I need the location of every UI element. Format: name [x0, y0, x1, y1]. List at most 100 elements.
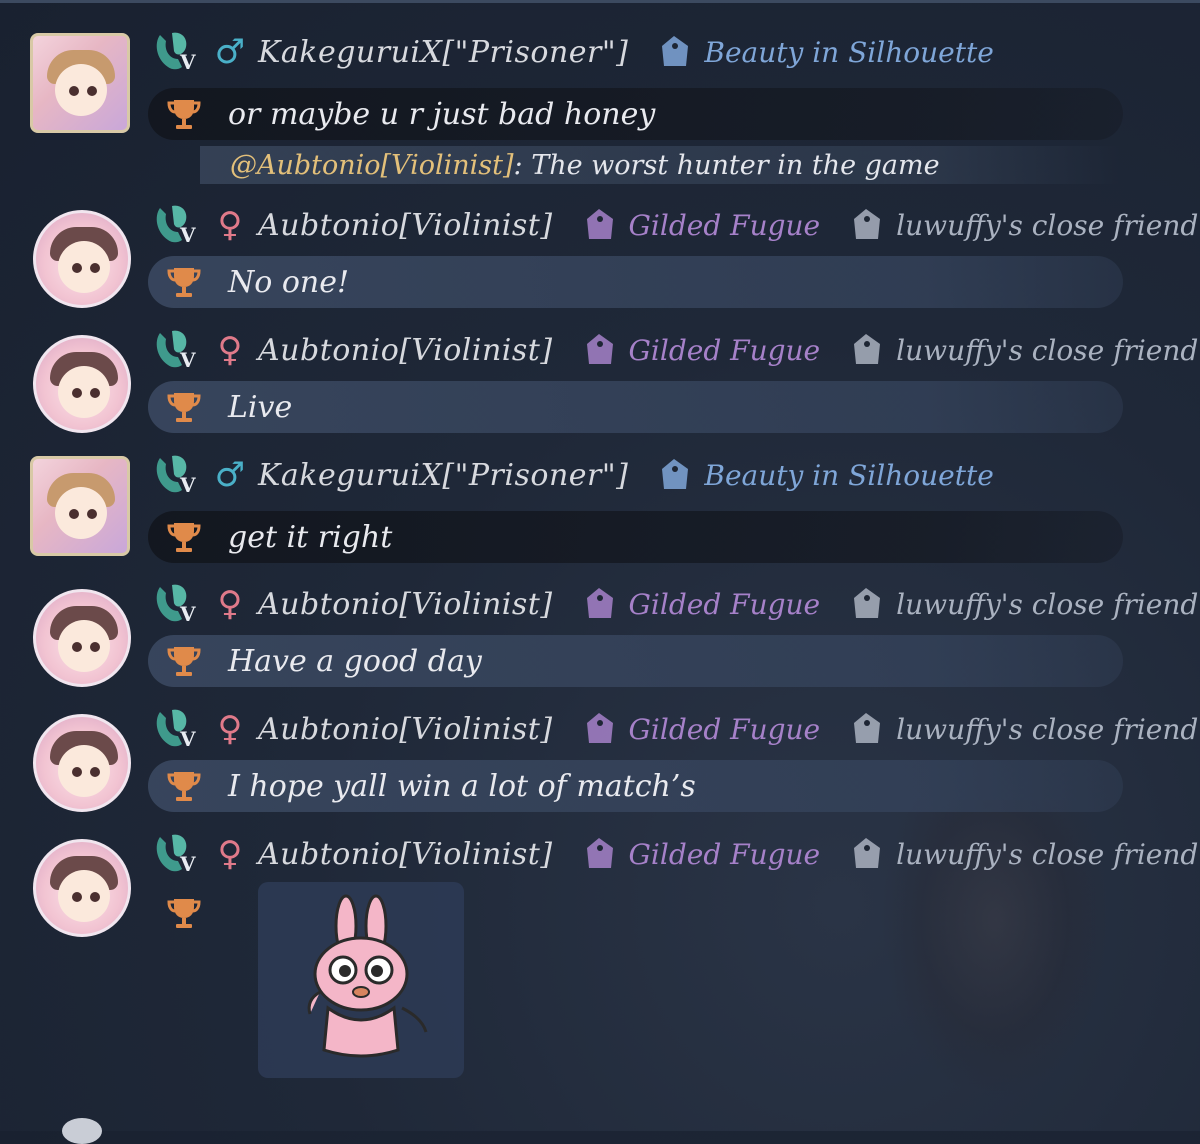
chat-message: V ♀ Aubtonio[Violinist] Gilded Fugue luwuffy… [0, 827, 1200, 947]
message-bubble: Live [148, 381, 1123, 433]
trophy-icon [164, 262, 204, 302]
title-tag[interactable]: luwuffy's close friend [896, 588, 1198, 621]
chat-message: V ♀ Aubtonio[Violinist] Gilded Fugue luwuffy… [0, 702, 1200, 822]
chat-message: V ♂ KakeguruiX["Prisoner"] Beauty in Silhou… [0, 448, 1200, 568]
message-bubble [148, 887, 228, 939]
title-tag[interactable]: luwuffy's close friend [896, 209, 1198, 242]
scroll-indicator[interactable] [62, 1118, 102, 1144]
tag-icon [846, 330, 886, 370]
sender-name[interactable]: Aubtonio[Violinist] [258, 712, 553, 747]
trophy-icon [164, 766, 204, 806]
avatar[interactable] [30, 456, 130, 556]
trophy-icon [164, 517, 204, 557]
avatar-eye [90, 263, 100, 273]
avatar-face [58, 620, 110, 672]
title-tag[interactable]: Beauty in Silhouette [704, 459, 993, 492]
avatar-eye [72, 642, 82, 652]
tag-icon [846, 834, 886, 874]
message-text: I hope yall win a lot of match’s [228, 768, 696, 804]
reply-quote[interactable]: @Aubtonio[Violinist]: The worst hunter i… [200, 146, 1120, 184]
gender-icon: ♀ [217, 205, 243, 245]
v-rank-badge-icon: V [152, 202, 204, 248]
sender-name[interactable]: Aubtonio[Violinist] [258, 333, 553, 368]
gender-icon: ♂ [214, 455, 246, 495]
gender-icon: ♀ [217, 709, 243, 749]
avatar-face [58, 870, 110, 922]
svg-text:V: V [179, 727, 196, 751]
message-bubble: Have a good day [148, 635, 1123, 687]
avatar[interactable] [33, 210, 131, 308]
title-tag[interactable]: luwuffy's close friend [896, 334, 1198, 367]
chat-message: V ♂ KakeguruiX["Prisoner"] Beauty in Silhou… [0, 25, 1200, 145]
avatar-eye [72, 263, 82, 273]
tag-icon [846, 205, 886, 245]
svg-text:V: V [179, 852, 196, 876]
sender-name[interactable]: Aubtonio[Violinist] [258, 208, 553, 243]
avatar-eye [90, 892, 100, 902]
v-rank-badge-icon: V [152, 706, 204, 752]
title-tag[interactable]: Beauty in Silhouette [704, 36, 993, 69]
v-rank-badge-icon: V [152, 452, 204, 498]
gender-icon: ♂ [214, 32, 246, 72]
message-bubble: I hope yall win a lot of match’s [148, 760, 1123, 812]
title-tag[interactable]: Gilded Fugue [629, 838, 821, 871]
avatar-face [58, 241, 110, 293]
chat-message: V ♀ Aubtonio[Violinist] Gilded Fugue luwuffy… [0, 323, 1200, 443]
sticker-message[interactable] [258, 882, 464, 1078]
reply-mention[interactable]: @Aubtonio[Violinist] [230, 150, 514, 181]
avatar[interactable] [33, 335, 131, 433]
title-tag[interactable]: Gilded Fugue [629, 713, 821, 746]
tag-icon [654, 455, 694, 495]
message-bubble: No one! [148, 256, 1123, 308]
avatar[interactable] [33, 714, 131, 812]
title-tag[interactable]: Gilded Fugue [629, 209, 821, 242]
v-rank-badge-icon: V [152, 29, 204, 75]
message-bubble: or maybe u r just bad honey [148, 88, 1123, 140]
title-tag[interactable]: Gilded Fugue [629, 334, 821, 367]
title-tag[interactable]: luwuffy's close friend [896, 838, 1198, 871]
message-text: No one! [228, 264, 350, 300]
message-header: V ♂ KakeguruiX["Prisoner"] Beauty in Silhou… [152, 27, 994, 77]
tag-icon [579, 834, 619, 874]
trophy-icon [164, 641, 204, 681]
v-rank-badge-icon: V [152, 327, 204, 373]
avatar[interactable] [30, 33, 130, 133]
tag-icon [846, 584, 886, 624]
sender-name[interactable]: KakeguruiX["Prisoner"] [258, 458, 628, 493]
avatar-face [55, 487, 107, 539]
message-text: Live [228, 389, 293, 425]
sender-name[interactable]: Aubtonio[Violinist] [258, 837, 553, 872]
avatar-face [58, 366, 110, 418]
title-tag[interactable]: Gilded Fugue [629, 588, 821, 621]
tag-icon [654, 32, 694, 72]
svg-text:V: V [179, 602, 196, 626]
svg-text:V: V [179, 50, 196, 74]
avatar-eye [87, 86, 97, 96]
message-header: V ♀ Aubtonio[Violinist] Gilded Fugue luwuffy… [152, 579, 1198, 629]
gender-icon: ♀ [217, 584, 243, 624]
pink-bunny-sticker [307, 894, 428, 1058]
title-tag[interactable]: luwuffy's close friend [896, 713, 1198, 746]
message-header: V ♀ Aubtonio[Violinist] Gilded Fugue luwuffy… [152, 200, 1198, 250]
message-text: Have a good day [228, 643, 482, 679]
sender-name[interactable]: KakeguruiX["Prisoner"] [258, 35, 628, 70]
gender-icon: ♀ [217, 330, 243, 370]
v-rank-badge-icon: V [152, 831, 204, 877]
avatar-eye [90, 388, 100, 398]
message-text: or maybe u r just bad honey [228, 96, 656, 132]
avatar-face [55, 64, 107, 116]
tag-icon [579, 205, 619, 245]
svg-text:V: V [179, 473, 196, 497]
sender-name[interactable]: Aubtonio[Violinist] [258, 587, 553, 622]
avatar[interactable] [33, 589, 131, 687]
v-rank-badge-icon: V [152, 581, 204, 627]
trophy-icon [164, 893, 204, 933]
avatar-eye [87, 509, 97, 519]
message-header: V ♀ Aubtonio[Violinist] Gilded Fugue luwuffy… [152, 829, 1198, 879]
tag-icon [579, 584, 619, 624]
svg-text:V: V [179, 348, 196, 372]
avatar[interactable] [33, 839, 131, 937]
message-header: V ♀ Aubtonio[Violinist] Gilded Fugue luwuffy… [152, 704, 1198, 754]
message-text: get it right [228, 519, 393, 555]
trophy-icon [164, 387, 204, 427]
